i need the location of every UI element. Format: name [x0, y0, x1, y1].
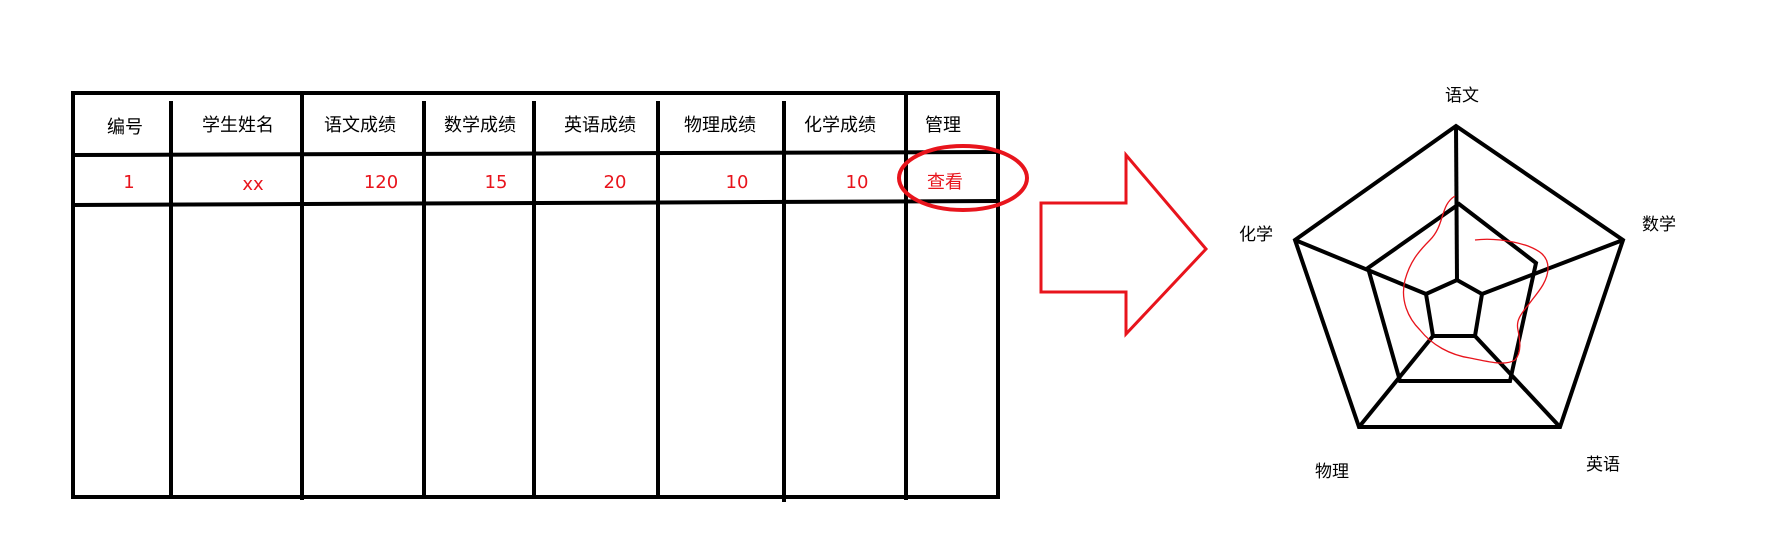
header-math-score: 数学成绩 — [444, 115, 516, 136]
header-chinese-score: 语文成绩 — [324, 115, 396, 136]
cell-chemistry-score: 10 — [846, 172, 869, 193]
radar-axis-label: 物理 — [1315, 462, 1349, 482]
radar-middle-ring — [1365, 201, 1539, 383]
header-student-name: 学生姓名 — [202, 115, 274, 136]
score-table: 编号 学生姓名 语文成绩 数学成绩 英语成绩 物理成绩 化学成绩 管理 1 xx… — [71, 91, 1029, 502]
header-id: 编号 — [107, 117, 143, 138]
transition-arrow — [1039, 150, 1209, 338]
radar-axis-label: 化学 — [1239, 225, 1273, 245]
sketch-canvas: 编号 学生姓名 语文成绩 数学成绩 英语成绩 物理成绩 化学成绩 管理 1 xx… — [0, 0, 1774, 543]
view-link[interactable]: 查看 — [927, 172, 963, 193]
radar-spoke — [1454, 125, 1459, 281]
radar-spoke — [1481, 238, 1624, 296]
header-manage: 管理 — [925, 115, 961, 136]
radar-axis-label: 英语 — [1586, 455, 1620, 475]
radar-axis-label: 语文 — [1445, 86, 1479, 106]
cell-physics-score: 10 — [726, 172, 749, 193]
sketch-drawing: 编号 学生姓名 语文成绩 数学成绩 英语成绩 物理成绩 化学成绩 管理 1 xx… — [71, 86, 1676, 502]
cell-english-score: 20 — [604, 172, 627, 193]
radar-axis-label: 数学 — [1642, 215, 1676, 235]
cell-student-name: xx — [242, 174, 264, 195]
cell-chinese-score: 120 — [364, 172, 398, 193]
radar-sketch: 语文 数学 英语 物理 化学 — [1239, 86, 1676, 482]
header-chemistry-score: 化学成绩 — [804, 115, 876, 136]
cell-math-score: 15 — [485, 172, 508, 193]
header-physics-score: 物理成绩 — [684, 115, 756, 136]
arrow-right-icon — [1039, 150, 1209, 338]
radar-inner-ring — [1423, 277, 1485, 338]
radar-spoke — [1294, 238, 1427, 296]
cell-id: 1 — [123, 172, 134, 193]
header-english-score: 英语成绩 — [564, 115, 636, 136]
